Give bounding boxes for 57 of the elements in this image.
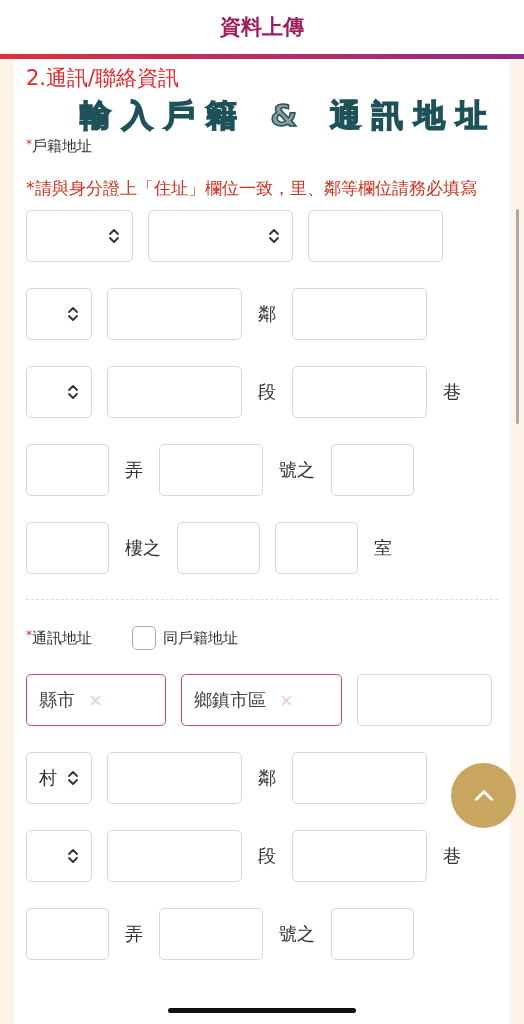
chevron-icon	[67, 769, 79, 787]
input-field[interactable]	[159, 444, 263, 496]
field-label: 通訊地址	[32, 628, 92, 648]
select-field[interactable]	[148, 210, 293, 262]
chevron-icon	[268, 227, 280, 245]
input-field[interactable]	[331, 908, 414, 960]
field-label: 巷	[442, 380, 462, 404]
input-field[interactable]	[107, 830, 242, 882]
required-mark: *	[26, 628, 32, 642]
field-label: 鄰	[257, 766, 277, 790]
banner-text: 輸入戶籍 & 通訊地址	[79, 96, 498, 135]
section-title: 2.通訊/聯絡資訊	[26, 65, 181, 92]
select-field[interactable]: 鄉鎮市區	[181, 674, 342, 726]
field-label: 鄰	[257, 302, 277, 326]
select-field[interactable]	[26, 288, 92, 340]
chevron-icon	[108, 227, 120, 245]
input-field[interactable]	[308, 210, 443, 262]
checkbox-label[interactable]: 同戶籍地址	[163, 628, 238, 648]
input-field[interactable]	[107, 366, 242, 418]
chevron-icon	[67, 847, 79, 865]
input-field[interactable]	[275, 522, 358, 574]
input-field[interactable]	[292, 366, 427, 418]
page-title: 資料上傳	[220, 14, 304, 41]
field-label: 室	[373, 536, 393, 560]
clear-icon[interactable]	[280, 693, 293, 707]
field-label: 巷	[442, 844, 462, 868]
input-field[interactable]	[107, 752, 242, 804]
input-field[interactable]	[292, 288, 427, 340]
field-label: 樓之	[124, 536, 162, 560]
required-mark: *	[26, 137, 32, 151]
select-field[interactable]: 村	[26, 752, 92, 804]
input-field[interactable]	[26, 908, 109, 960]
input-field[interactable]	[107, 288, 242, 340]
field-label: 號之	[278, 458, 316, 482]
clear-icon[interactable]	[89, 693, 102, 707]
field-label: 段	[257, 844, 277, 868]
chevron-icon	[67, 383, 79, 401]
input-field[interactable]	[292, 830, 427, 882]
input-field[interactable]	[331, 444, 414, 496]
hint-text: *請與身分證上「住址」欄位一致，里、鄰等欄位請務必填寫	[26, 178, 478, 198]
input-field[interactable]	[292, 752, 427, 804]
field-label: 弄	[124, 922, 144, 946]
select-field[interactable]: 縣市	[26, 674, 166, 726]
field-label: 弄	[124, 458, 144, 482]
input-field[interactable]	[26, 522, 109, 574]
select-field[interactable]	[26, 830, 92, 882]
checkbox[interactable]	[132, 626, 156, 650]
field-label: 戶籍地址	[32, 137, 92, 156]
chevron-icon	[67, 305, 79, 323]
select-field[interactable]	[26, 210, 133, 262]
input-field[interactable]	[177, 522, 260, 574]
select-field[interactable]	[26, 366, 92, 418]
field-label: 段	[257, 380, 277, 404]
field-label: 號之	[278, 922, 316, 946]
input-field[interactable]	[26, 444, 109, 496]
input-field[interactable]	[357, 674, 492, 726]
input-field[interactable]	[159, 908, 263, 960]
